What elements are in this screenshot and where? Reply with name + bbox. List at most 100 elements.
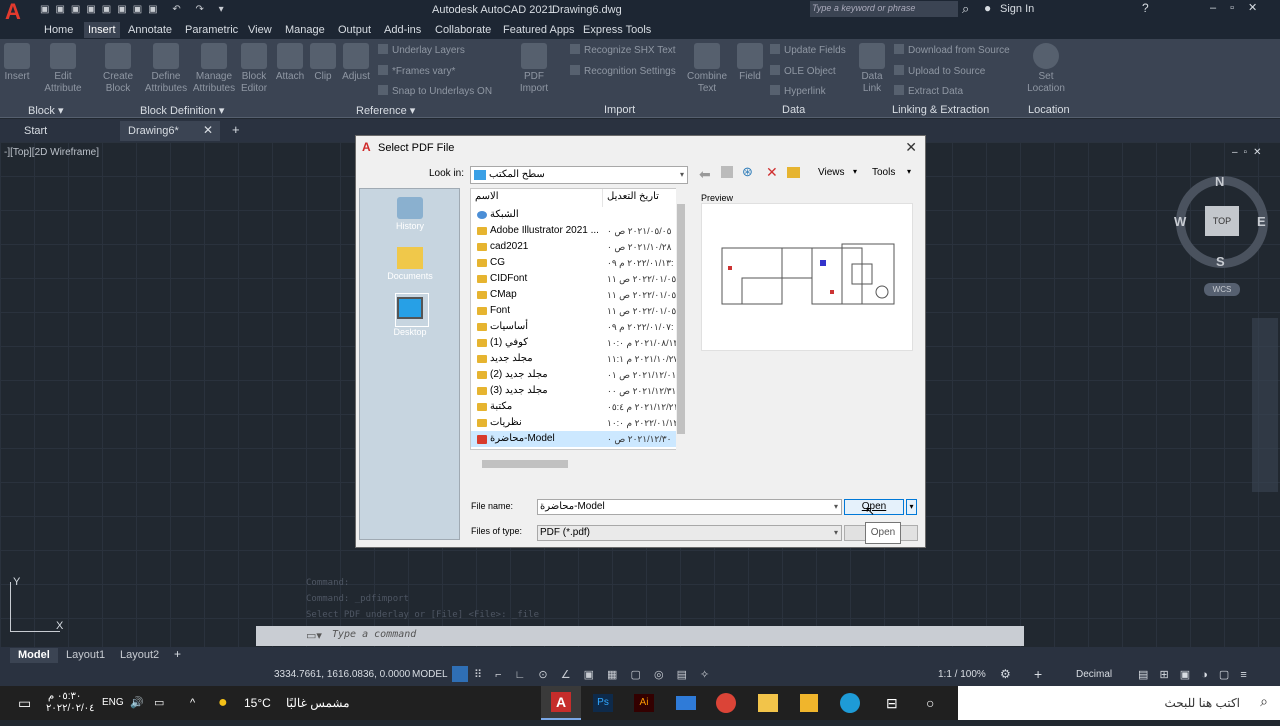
list-item[interactable]: Adobe Illustrator 2021 ... ٢٠٢١/٠٥/٠٥ ص ٠	[471, 223, 676, 239]
block-editor-button[interactable]: Block Editor	[238, 43, 270, 95]
tab-view[interactable]: View	[244, 22, 276, 38]
hyperlink-button[interactable]: Hyperlink	[770, 85, 826, 97]
tab-layout2[interactable]: Layout2	[112, 648, 167, 663]
taskbar-search-input[interactable]: اكتب هنا للبحث	[1164, 696, 1240, 710]
files-of-type-dropdown[interactable]: PDF (*.pdf) ▾	[537, 525, 842, 541]
taskbar-search[interactable]: اكتب هنا للبحث ⌕	[958, 686, 1280, 720]
list-item[interactable]: مجلد جديد (2)٢٠٢١/١٢/٠١ ص ٠١:	[471, 367, 679, 383]
panel-block-definition-label[interactable]: Block Definition ▾	[140, 104, 224, 117]
clip-button[interactable]: Clip	[308, 43, 338, 83]
user-icon[interactable]: ●	[984, 1, 991, 15]
list-item[interactable]: أساسيات ٢٠٢٢/٠١/٠٧ م ٠٩:	[471, 319, 676, 335]
close-tab-icon[interactable]: ✕	[203, 123, 213, 137]
mail-icon[interactable]	[676, 696, 696, 710]
command-input[interactable]: Type a command	[332, 629, 416, 640]
tab-annotate[interactable]: Annotate	[124, 22, 176, 38]
viewcube-south[interactable]: S	[1216, 254, 1225, 269]
list-item[interactable]: الشبكة	[471, 207, 676, 223]
tab-parametric[interactable]: Parametric	[181, 22, 242, 38]
panel-reference-label[interactable]: Reference ▾	[356, 104, 415, 117]
update-fields-button[interactable]: Update Fields	[770, 44, 846, 56]
file-list[interactable]: الاسم ^ تاريخ التعديل الشبكة Adobe Illus…	[470, 188, 686, 450]
combine-text-button[interactable]: Combine Text	[686, 43, 728, 95]
tab-home[interactable]: Home	[40, 22, 77, 38]
search-box[interactable]: Type a keyword or phrase	[810, 1, 958, 17]
column-divider[interactable]	[602, 189, 603, 207]
chrome-icon[interactable]	[716, 693, 736, 713]
place-history[interactable]: History	[360, 197, 460, 231]
attach-button[interactable]: Attach	[274, 43, 306, 83]
recognition-settings-button[interactable]: Recognition Settings	[570, 65, 676, 77]
status-toggles[interactable]: ⠿ ⌐ ∟ ⊙ ∠ ▣ ▦ ▢ ◎ ▤ ✧	[474, 668, 714, 681]
list-item[interactable]: CG ٢٠٢٢/٠١/١٣ م ٠٩:	[471, 255, 676, 271]
viewcube-east[interactable]: E	[1257, 214, 1266, 229]
file-list-horizontal-scrollbar[interactable]	[470, 458, 686, 470]
store-icon[interactable]	[758, 694, 778, 712]
snap-to-underlays-dropdown[interactable]: Snap to Underlays ON	[378, 85, 492, 97]
quick-access-toolbar[interactable]: ▣▣▣▣▣▣▣▣ ↶ ↷ ▾	[40, 4, 240, 16]
list-item[interactable]: كوفي (1) ٢٠٢١/٠٨/١٣ م ١٠:٠	[471, 335, 678, 351]
list-item[interactable]: مجلد جديد ٢٠٢١/١٠/٢٧ م ١١:١	[471, 351, 678, 367]
cortana-icon[interactable]: ○	[926, 686, 934, 720]
tools-menu[interactable]: Tools	[872, 167, 895, 178]
list-item[interactable]: Font ٢٠٢٢/٠١/٠٥ ص ١١	[471, 303, 676, 319]
list-item[interactable]: نظريات ٢٠٢٢/٠١/١٢ م ١٠:٠	[471, 415, 678, 431]
list-item[interactable]: cad2021 ٢٠٢١/١٠/٢٨ ص ٠	[471, 239, 676, 255]
weather-text[interactable]: مشمس غالبًا	[286, 686, 350, 720]
recognize-shx-button[interactable]: Recognize SHX Text	[570, 44, 676, 56]
extract-data-button[interactable]: Extract Data	[894, 85, 963, 97]
up-folder-icon[interactable]	[721, 166, 733, 178]
edit-attribute-button[interactable]: Edit Attribute	[40, 43, 86, 95]
annotation-scale[interactable]: 1:1 / 100%	[938, 669, 986, 680]
add-layout-icon[interactable]: +	[174, 647, 181, 661]
horizontal-scroll-thumb[interactable]	[482, 460, 568, 468]
chevron-down-icon[interactable]: ▾	[834, 500, 838, 514]
viewcube-west[interactable]: W	[1174, 214, 1186, 229]
upload-to-source-button[interactable]: Upload to Source	[894, 65, 985, 77]
command-line-bar[interactable]: ▭▾ Type a command	[256, 626, 1024, 646]
manage-attributes-button[interactable]: Manage Attributes	[192, 43, 236, 95]
open-options-dropdown[interactable]: ▾	[906, 499, 917, 515]
tab-add-ins[interactable]: Add-ins	[380, 22, 425, 38]
search-web-icon[interactable]: ⊛	[742, 164, 753, 180]
photoshop-icon[interactable]: Ps	[593, 694, 613, 712]
tab-featured-apps[interactable]: Featured Apps	[499, 22, 579, 38]
place-desktop[interactable]: Desktop	[360, 297, 460, 337]
volume-icon[interactable]: 🔊	[130, 686, 144, 720]
tab-insert[interactable]: Insert	[84, 22, 120, 38]
status-more-icons[interactable]: ▤ ⊞ ▣ ◑ ▢ ≡	[1138, 668, 1251, 681]
place-documents[interactable]: Documents	[360, 247, 460, 281]
viewport-controls[interactable]: –▫✕	[1232, 147, 1268, 158]
column-date-header[interactable]: تاريخ التعديل	[607, 191, 659, 202]
chevron-up-icon[interactable]: ^	[190, 686, 195, 720]
grid-icon[interactable]	[452, 666, 468, 682]
define-attributes-button[interactable]: Define Attributes	[142, 43, 190, 95]
edge-icon[interactable]	[840, 693, 860, 713]
delete-icon[interactable]: ✕	[766, 164, 778, 181]
pdf-import-button[interactable]: PDF Import	[516, 43, 552, 95]
window-controls[interactable]: –▫✕	[1210, 1, 1271, 14]
tab-collaborate[interactable]: Collaborate	[431, 22, 495, 38]
column-name-header[interactable]: الاسم	[475, 191, 499, 202]
ole-object-button[interactable]: OLE Object	[770, 65, 836, 77]
underlay-layers-button[interactable]: Underlay Layers	[378, 44, 465, 56]
illustrator-icon[interactable]: Ai	[634, 694, 654, 712]
data-link-button[interactable]: Data Link	[858, 43, 886, 95]
tab-output[interactable]: Output	[334, 22, 375, 38]
create-block-button[interactable]: Create Block	[100, 43, 136, 95]
tab-express-tools[interactable]: Express Tools	[579, 22, 655, 38]
file-explorer-icon[interactable]	[800, 694, 818, 712]
list-item[interactable]: مكتبة ٢٠٢١/١٢/٢١ م ٠٥:٤	[471, 399, 678, 415]
units-dropdown[interactable]: Decimal	[1076, 669, 1112, 680]
look-in-dropdown[interactable]: سطح المكتب ▾	[470, 166, 688, 184]
list-item[interactable]: مجلد جديد (3) ٢٠٢١/١٢/٣١ ص ٠٠	[471, 383, 676, 399]
views-menu[interactable]: Views	[818, 167, 845, 178]
network-icon[interactable]: ▭	[154, 686, 164, 720]
close-icon[interactable]: ✕	[905, 139, 917, 156]
wcs-menu[interactable]: WCS	[1204, 283, 1240, 296]
panel-block-label[interactable]: Block ▾	[28, 104, 63, 117]
tools-chevron-icon[interactable]: ▾	[907, 167, 911, 176]
adjust-button[interactable]: Adjust	[340, 43, 372, 83]
tab-manage[interactable]: Manage	[281, 22, 329, 38]
doc-tab-start[interactable]: Start	[16, 121, 116, 141]
